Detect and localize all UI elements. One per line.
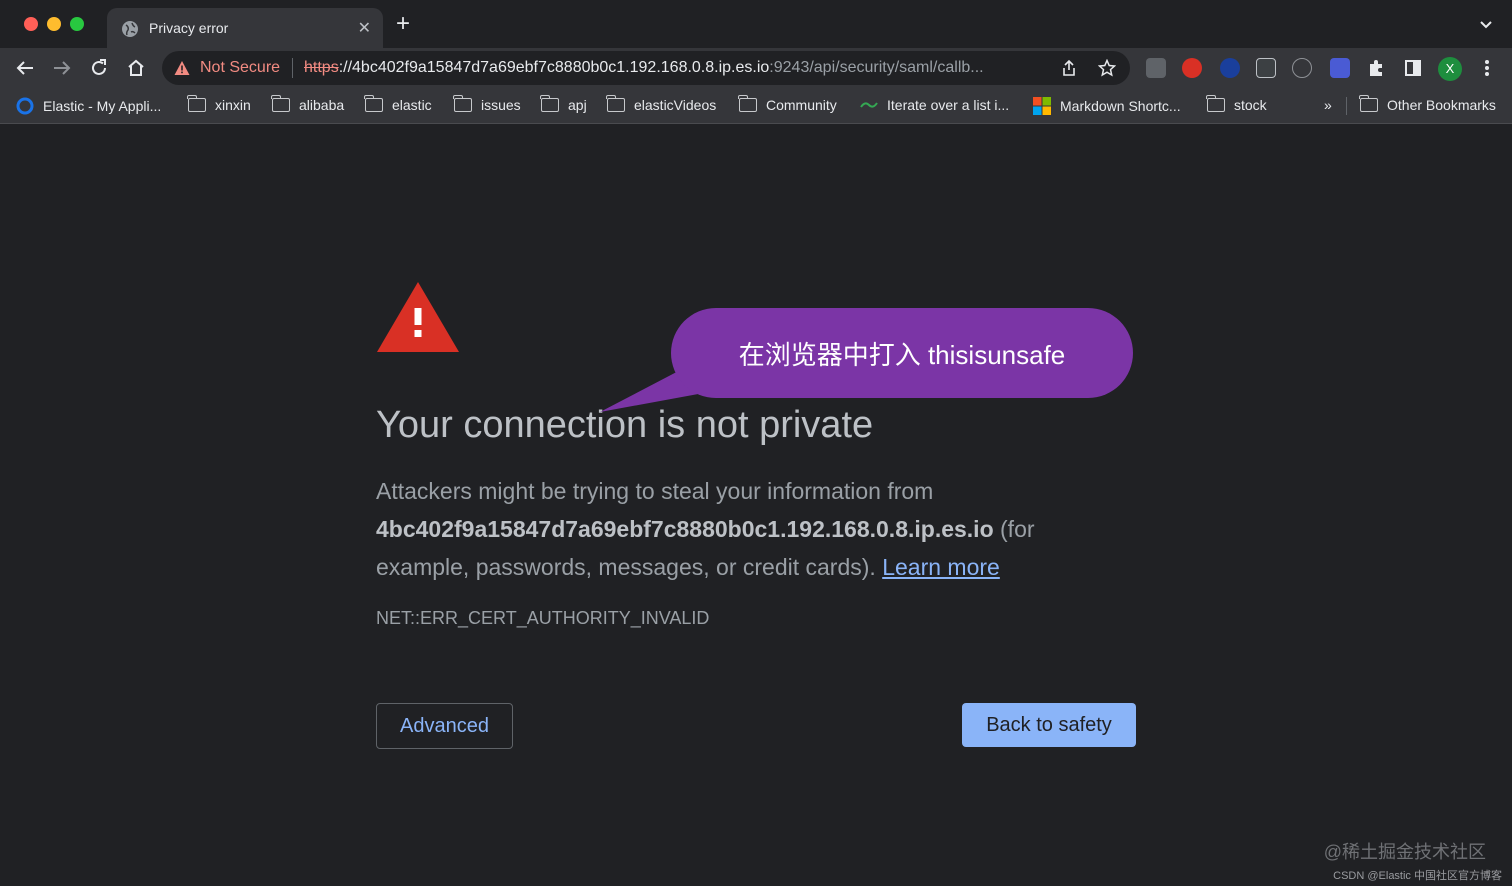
url-separator: :// [338,59,353,76]
bookmark-label: elasticVideos [634,97,717,113]
tab-privacy-error[interactable]: Privacy error ✕ [107,8,383,48]
watermark-juejin: @稀土掘金技术社区 [1323,842,1486,862]
extension-blue-icon[interactable] [1220,58,1240,78]
microsoft-icon [1033,97,1051,115]
bookmark-label: apj [568,97,587,113]
watermark-csdn: CSDN @Elastic 中国社区官方博客 [1333,870,1502,882]
bookmark-folder-stock[interactable]: stock [1206,95,1267,113]
bookmark-label: issues [481,97,521,113]
back-icon[interactable] [14,57,36,79]
bookmark-folder-apj[interactable]: apj [540,95,587,113]
learn-more-link[interactable]: Learn more [882,554,1000,580]
address-divider [292,58,293,78]
bookmark-folder-xinxin[interactable]: xinxin [187,95,251,113]
folder-icon [1359,95,1378,112]
tab-title: Privacy error [149,20,229,36]
folder-icon [738,95,757,112]
elastic-icon [16,97,34,115]
bookmark-star-icon[interactable] [1098,59,1116,77]
home-icon[interactable] [125,57,147,79]
folder-icon [606,95,625,112]
folder-icon [1206,95,1225,112]
share-icon[interactable] [1060,59,1078,77]
side-panel-icon[interactable] [1403,58,1423,78]
bookmark-elastic-app[interactable]: Elastic - My Appli... [16,97,161,115]
site-icon [860,102,878,108]
more-menu-icon[interactable] [1478,58,1496,78]
annotation-callout: 在浏览器中打入 thisisunsafe [671,308,1133,398]
address-bar[interactable]: Not Secure https://4bc402f9a15847d7a69eb… [162,51,1130,85]
tab-strip: Privacy error ✕ + [0,0,1512,48]
url-scheme: https [304,59,339,76]
forward-icon[interactable] [51,57,73,79]
extensions-puzzle-icon[interactable] [1366,58,1386,78]
url-host: 4bc402f9a15847d7a69ebf7c8880b0c1.192.168… [352,59,770,76]
reload-icon[interactable] [88,57,110,79]
bookmark-label: Iterate over a list i... [887,97,1010,113]
bookmark-label: alibaba [299,97,345,113]
warning-triangle-icon [377,282,459,352]
extension-dots-icon[interactable] [1256,58,1276,78]
profile-avatar[interactable]: X [1438,57,1462,81]
bookmark-label: stock [1234,97,1267,113]
bookmark-markdown-shortcuts[interactable]: Markdown Shortc... [1033,97,1181,115]
error-description: Attackers might be trying to steal your … [376,472,1116,586]
adblock-icon[interactable] [1182,58,1202,78]
description-prefix: Attackers might be trying to steal your … [376,478,934,504]
folder-icon [187,95,206,112]
bookmark-other-bookmarks[interactable]: Other Bookmarks [1359,95,1496,113]
bookmark-folder-community[interactable]: Community [738,95,837,113]
bookmark-iterate-list[interactable]: Iterate over a list i... [860,97,1009,113]
extension-window-icon[interactable] [1330,58,1350,78]
description-host: 4bc402f9a15847d7a69ebf7c8880b0c1.192.168… [376,516,994,542]
browser-toolbar: Not Secure https://4bc402f9a15847d7a69eb… [0,48,1512,88]
bookmark-label: elastic [392,97,432,113]
close-window-button[interactable] [24,17,38,31]
globe-icon [122,21,138,37]
bookmark-folder-elasticvideos[interactable]: elasticVideos [606,95,717,113]
extension-circle-icon[interactable] [1292,58,1312,78]
advanced-button[interactable]: Advanced [376,703,513,749]
bookmark-folder-elastic[interactable]: elastic [364,95,432,113]
not-secure-label[interactable]: Not Secure [200,59,280,77]
folder-icon [364,95,383,112]
bookmark-label: Markdown Shortc... [1060,98,1181,114]
extension-1-icon[interactable] [1146,58,1166,78]
bookmark-label: Community [766,97,837,113]
tab-close-icon[interactable]: ✕ [358,18,371,38]
folder-icon [271,95,290,112]
warning-icon[interactable] [174,60,190,76]
bookmark-folder-issues[interactable]: issues [453,95,521,113]
new-tab-button[interactable]: + [396,12,410,36]
folder-icon [540,95,559,112]
bookmark-label: Other Bookmarks [1387,97,1496,113]
error-code: NET::ERR_CERT_AUTHORITY_INVALID [376,608,710,628]
bookmark-label: Elastic - My Appli... [43,98,162,114]
bookmarks-divider [1346,97,1347,115]
back-to-safety-button[interactable]: Back to safety [962,703,1136,747]
url-text[interactable]: https://4bc402f9a15847d7a69ebf7c8880b0c1… [304,59,984,77]
bookmark-label: xinxin [215,97,251,113]
zoom-window-button[interactable] [70,17,84,31]
url-path: :9243/api/security/saml/callb... [769,59,984,76]
folder-icon [453,95,472,112]
bookmarks-overflow-chevron-icon[interactable]: » [1324,97,1332,113]
bookmark-folder-alibaba[interactable]: alibaba [271,95,345,113]
bookmarks-bar: Elastic - My Appli... xinxin alibaba ela… [0,88,1512,124]
minimize-window-button[interactable] [47,17,61,31]
tab-search-chevron-icon[interactable] [1478,16,1494,32]
